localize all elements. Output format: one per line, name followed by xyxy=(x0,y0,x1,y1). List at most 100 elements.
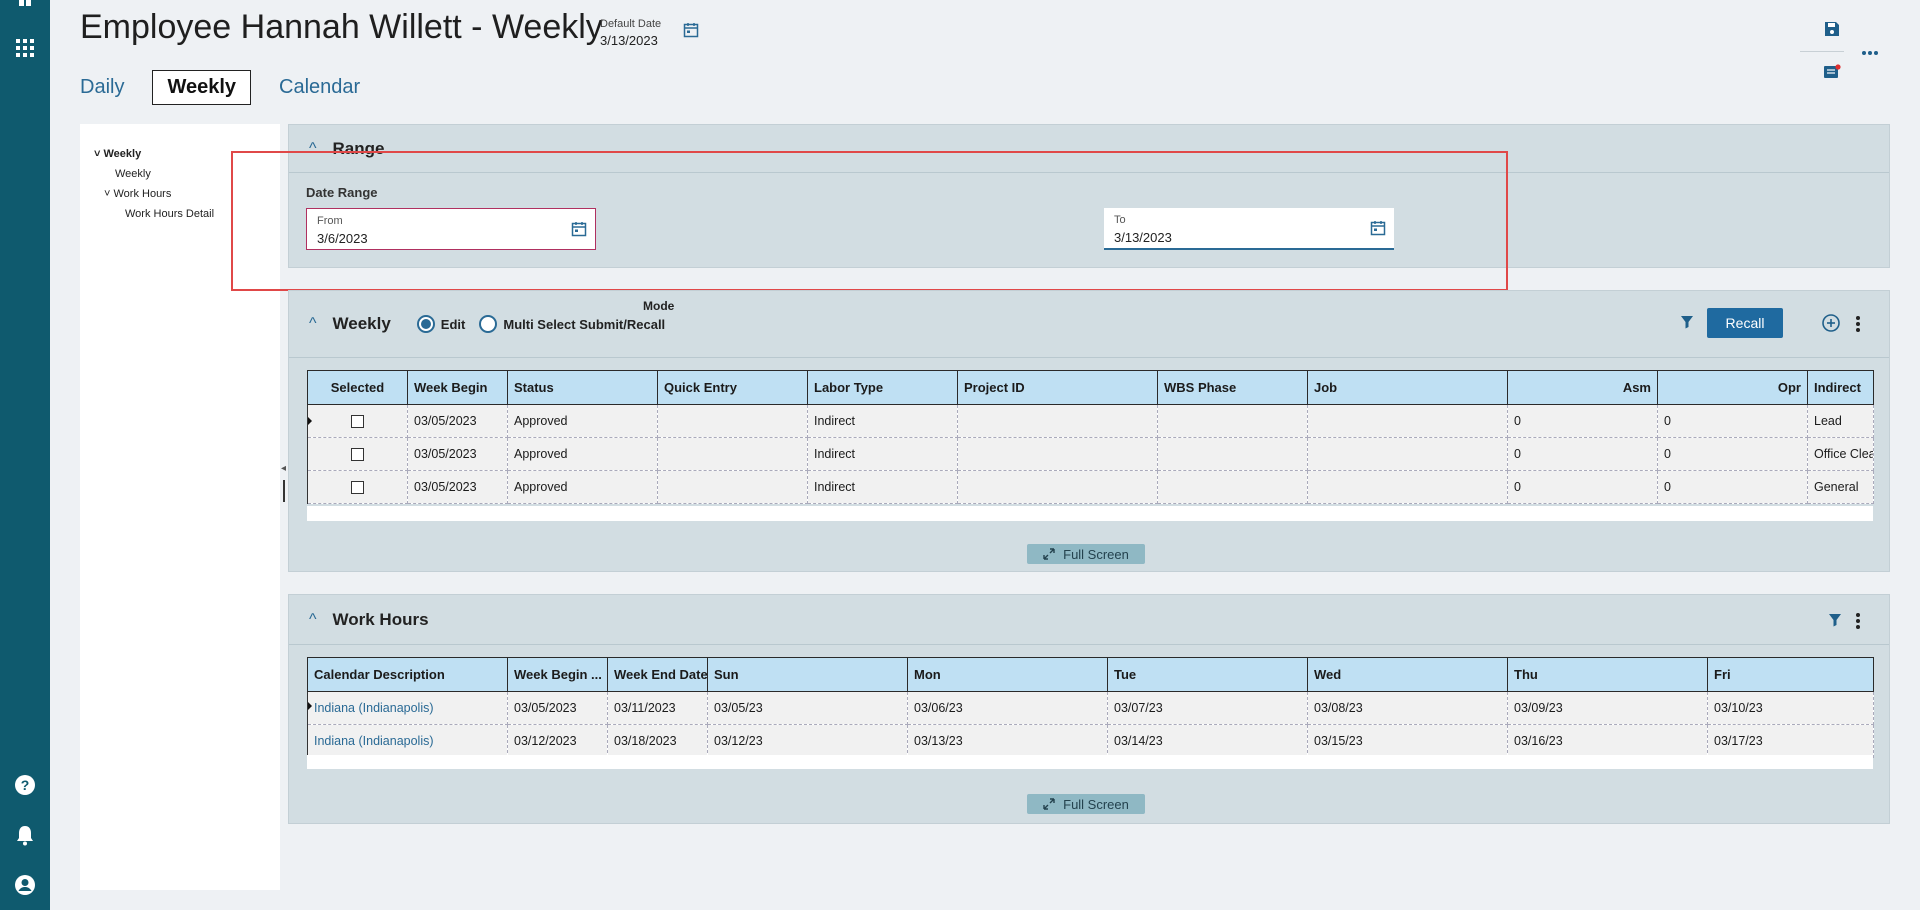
tue-cell[interactable]: 03/14/23 xyxy=(1107,724,1308,758)
tab-calendar[interactable]: Calendar xyxy=(279,70,360,105)
wed-cell[interactable]: 03/15/23 xyxy=(1307,724,1508,758)
tree-node-work-hours-detail[interactable]: Work Hours Detail xyxy=(125,208,214,220)
save-icon[interactable] xyxy=(1823,20,1841,41)
splitter-bar[interactable] xyxy=(283,480,285,502)
tab-weekly[interactable]: Weekly xyxy=(152,70,252,105)
week-end-cell[interactable]: 03/18/2023 xyxy=(607,724,708,758)
week-begin-cell[interactable]: 03/12/2023 xyxy=(507,724,608,758)
col-header-week-begin[interactable]: Week Begin ... xyxy=(507,657,608,692)
project-id-cell[interactable] xyxy=(957,437,1158,471)
project-id-cell[interactable] xyxy=(957,470,1158,504)
tree-node-weekly[interactable]: Weekly xyxy=(115,168,151,180)
labor-type-cell[interactable]: Indirect xyxy=(807,437,958,471)
filter-icon[interactable] xyxy=(1828,613,1842,630)
weekly-full-screen-button[interactable]: Full Screen xyxy=(1027,544,1145,564)
wbs-phase-cell[interactable] xyxy=(1157,404,1308,438)
add-row-icon[interactable] xyxy=(1822,314,1840,335)
asm-cell[interactable]: 0 xyxy=(1507,470,1658,504)
col-header-opr[interactable]: Opr xyxy=(1657,370,1808,405)
wbs-phase-cell[interactable] xyxy=(1157,470,1308,504)
job-cell[interactable] xyxy=(1307,470,1508,504)
chevron-up-icon[interactable]: ^ xyxy=(309,315,317,333)
col-header-wbs-phase[interactable]: WBS Phase xyxy=(1157,370,1308,405)
col-header-indirect[interactable]: Indirect xyxy=(1807,370,1874,405)
col-header-tue[interactable]: Tue xyxy=(1107,657,1308,692)
row-checkbox[interactable] xyxy=(351,415,364,429)
week-begin-cell[interactable]: 03/05/2023 xyxy=(407,437,508,471)
selected-cell[interactable] xyxy=(307,470,408,504)
notifications-bell-icon[interactable] xyxy=(0,824,50,846)
col-header-project-id[interactable]: Project ID xyxy=(957,370,1158,405)
week-begin-cell[interactable]: 03/05/2023 xyxy=(507,691,608,725)
calendar-description-link[interactable]: Indiana (Indianapolis) xyxy=(314,701,434,715)
col-header-week-end-date[interactable]: Week End Date xyxy=(607,657,708,692)
indirect-cell[interactable]: Office Clea xyxy=(1807,437,1874,471)
quick-entry-cell[interactable] xyxy=(657,404,808,438)
col-header-week-begin[interactable]: Week Begin xyxy=(407,370,508,405)
home-icon[interactable] xyxy=(0,0,50,8)
more-vertical-icon[interactable] xyxy=(1855,612,1861,633)
quick-entry-cell[interactable] xyxy=(657,437,808,471)
thu-cell[interactable]: 03/16/23 xyxy=(1507,724,1708,758)
week-end-cell[interactable]: 03/11/2023 xyxy=(607,691,708,725)
col-header-calendar-description[interactable]: Calendar Description xyxy=(307,657,508,692)
work-hours-full-screen-button[interactable]: Full Screen xyxy=(1027,794,1145,814)
fri-cell[interactable]: 03/10/23 xyxy=(1707,691,1874,725)
col-header-wed[interactable]: Wed xyxy=(1307,657,1508,692)
more-vertical-icon[interactable] xyxy=(1855,315,1861,336)
mode-multi-select-radio[interactable]: Multi Select Submit/Recall xyxy=(479,315,665,333)
job-cell[interactable] xyxy=(1307,437,1508,471)
status-cell[interactable]: Approved xyxy=(507,404,658,438)
selected-cell[interactable] xyxy=(307,437,408,471)
quick-entry-cell[interactable] xyxy=(657,470,808,504)
col-header-thu[interactable]: Thu xyxy=(1507,657,1708,692)
asm-cell[interactable]: 0 xyxy=(1507,437,1658,471)
more-options-icon[interactable] xyxy=(1862,44,1878,59)
wed-cell[interactable]: 03/08/23 xyxy=(1307,691,1508,725)
tue-cell[interactable]: 03/07/23 xyxy=(1107,691,1308,725)
recall-button[interactable]: Recall xyxy=(1707,308,1783,338)
col-header-sun[interactable]: Sun xyxy=(707,657,908,692)
indirect-cell[interactable]: Lead xyxy=(1807,404,1874,438)
table-row[interactable]: Indiana (Indianapolis) 03/12/2023 03/18/… xyxy=(307,724,1874,758)
col-header-fri[interactable]: Fri xyxy=(1707,657,1874,692)
mode-edit-radio[interactable]: Edit xyxy=(416,315,465,333)
indirect-cell[interactable]: General xyxy=(1807,470,1874,504)
calendar-description-link[interactable]: Indiana (Indianapolis) xyxy=(314,734,434,748)
table-row[interactable]: 03/05/2023 Approved Indirect 0 0 Lead xyxy=(307,404,1874,438)
wbs-phase-cell[interactable] xyxy=(1157,437,1308,471)
tree-node-weekly-root[interactable]: ˅ Weekly xyxy=(94,148,141,160)
user-account-icon[interactable] xyxy=(0,874,50,896)
col-header-asm[interactable]: Asm xyxy=(1507,370,1658,405)
row-checkbox[interactable] xyxy=(351,448,364,462)
sun-cell[interactable]: 03/12/23 xyxy=(707,724,908,758)
tree-node-work-hours[interactable]: ˅ Work Hours xyxy=(104,188,171,200)
col-header-status[interactable]: Status xyxy=(507,370,658,405)
col-header-labor-type[interactable]: Labor Type xyxy=(807,370,958,405)
mon-cell[interactable]: 03/13/23 xyxy=(907,724,1108,758)
col-header-selected[interactable]: Selected xyxy=(307,370,408,405)
labor-type-cell[interactable]: Indirect xyxy=(807,470,958,504)
filter-icon[interactable] xyxy=(1680,315,1694,332)
notes-doc-icon[interactable] xyxy=(1823,64,1841,83)
default-date-calendar-icon[interactable] xyxy=(683,22,699,41)
project-id-cell[interactable] xyxy=(957,404,1158,438)
col-header-job[interactable]: Job xyxy=(1307,370,1508,405)
thu-cell[interactable]: 03/09/23 xyxy=(1507,691,1708,725)
fri-cell[interactable]: 03/17/23 xyxy=(1707,724,1874,758)
status-cell[interactable]: Approved xyxy=(507,470,658,504)
row-checkbox[interactable] xyxy=(351,481,364,495)
table-row[interactable]: 03/05/2023 Approved Indirect 0 0 Office … xyxy=(307,437,1874,471)
tab-daily[interactable]: Daily xyxy=(80,70,124,105)
week-begin-cell[interactable]: 03/05/2023 xyxy=(407,404,508,438)
calendar-description-cell[interactable]: Indiana (Indianapolis) xyxy=(307,691,508,725)
labor-type-cell[interactable]: Indirect xyxy=(807,404,958,438)
opr-cell[interactable]: 0 xyxy=(1657,437,1808,471)
selected-cell[interactable] xyxy=(307,404,408,438)
table-row[interactable]: 03/05/2023 Approved Indirect 0 0 General xyxy=(307,470,1874,504)
calendar-description-cell[interactable]: Indiana (Indianapolis) xyxy=(307,724,508,758)
mon-cell[interactable]: 03/06/23 xyxy=(907,691,1108,725)
status-cell[interactable]: Approved xyxy=(507,437,658,471)
opr-cell[interactable]: 0 xyxy=(1657,470,1808,504)
chevron-up-icon[interactable]: ^ xyxy=(309,611,317,629)
